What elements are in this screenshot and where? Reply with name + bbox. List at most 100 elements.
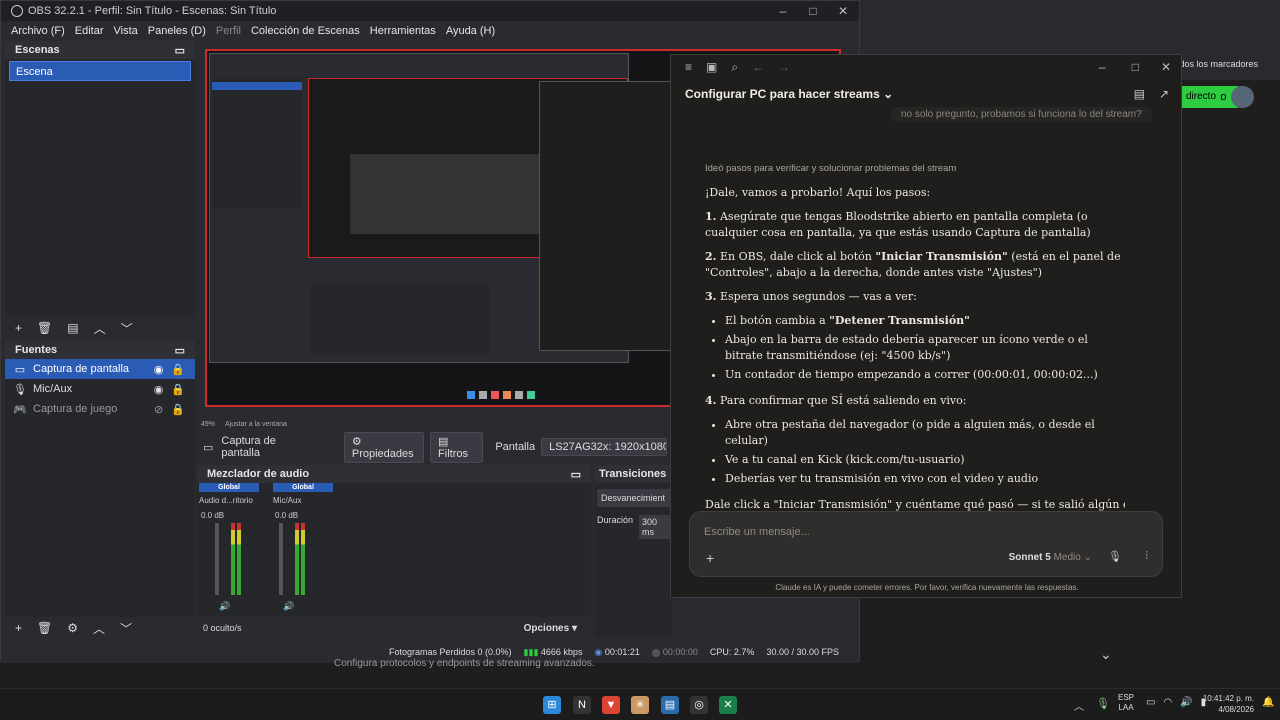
start-icon[interactable]: ⊞ — [543, 696, 561, 714]
volume-slider[interactable] — [215, 523, 219, 595]
menu-icon[interactable]: ≡ — [685, 60, 692, 74]
sidebar-icon[interactable]: ▣ — [706, 60, 717, 74]
source-item-captura-pantalla[interactable]: ▭ Captura de pantalla ◉ 🔒 — [5, 359, 195, 379]
step-1: 1. Asegúrate que tengas Bloodstrike abie… — [705, 210, 1091, 239]
lock-icon[interactable]: 🔒 — [171, 383, 185, 396]
trash-icon[interactable]: 🗑 — [37, 321, 52, 335]
excel-icon[interactable]: ✕ — [719, 696, 737, 714]
properties-button[interactable]: ⚙ Propiedades — [343, 431, 425, 463]
step-4-list: Abre otra pestaña del navegador (o pide … — [725, 417, 1125, 487]
speaker-icon[interactable]: 🔊 — [283, 601, 294, 612]
notepad-icon[interactable]: ▤ — [661, 696, 679, 714]
move-up-icon[interactable]: ︿ — [93, 620, 105, 637]
move-down-icon[interactable]: ﹀ — [121, 320, 133, 337]
channel-db: 0.0 dB — [201, 511, 225, 520]
speaker-icon[interactable]: 🔊 — [219, 601, 230, 612]
filters-button[interactable]: ▤ Filtros — [430, 431, 484, 463]
screen-label: Pantalla — [495, 441, 536, 453]
source-item-captura-juego[interactable]: 🎮 Captura de juego ⊘ 🔒 — [5, 399, 195, 419]
voice-mode-icon[interactable]: ⫶ — [1145, 550, 1148, 563]
scenes-toolbar: + 🗑 ▤ ︿ ﹀ — [5, 317, 195, 339]
menu-editar[interactable]: Editar — [75, 25, 104, 37]
source-toolbar: ▭ Captura de pantalla ⚙ Propiedades ▤ Fi… — [197, 431, 673, 463]
minimize-icon[interactable]: – — [1099, 60, 1106, 74]
claude-app-icon[interactable]: ✳ — [631, 696, 649, 714]
channel-name[interactable]: Audio d...ritorio — [199, 496, 259, 505]
response-intro: ¡Dale, vamos a probarlo! Aquí los pasos: — [705, 186, 931, 199]
menu-paneles[interactable]: Paneles (D) — [148, 25, 206, 37]
notion-icon[interactable]: N — [573, 696, 591, 714]
thinking-summary[interactable]: Ideó pasos para verificar y solucionar p… — [705, 161, 1125, 177]
record-icon — [651, 648, 660, 657]
gear-icon[interactable]: ⚙ — [67, 621, 78, 635]
move-up-icon[interactable]: ︿ — [94, 320, 106, 337]
document-icon[interactable]: ▤ — [1134, 87, 1145, 101]
lock-icon[interactable]: 🔒 — [171, 363, 185, 376]
chevron-down-icon[interactable]: ⌄ — [1100, 646, 1112, 663]
duration-input[interactable]: 300 ms — [639, 515, 671, 539]
conversation-title[interactable]: Configurar PC para hacer streams ⌄ — [685, 87, 893, 101]
options-button[interactable]: Opciones ▾ — [524, 623, 577, 634]
obs-menubar: Archivo (F) Editar Vista Paneles (D) Per… — [1, 21, 859, 41]
search-icon[interactable]: ⌕ — [731, 60, 738, 75]
transition-select[interactable]: Desvanecimient — [597, 489, 671, 507]
menu-ayuda[interactable]: Ayuda (H) — [446, 25, 495, 37]
filter-icon[interactable]: ▤ — [67, 321, 78, 335]
eye-icon[interactable]: ◉ — [154, 363, 164, 376]
lock-icon[interactable]: 🔒 — [171, 403, 185, 416]
add-icon[interactable]: + — [15, 321, 22, 335]
menu-vista[interactable]: Vista — [114, 25, 138, 37]
model-selector[interactable]: Sonnet 5 Medio ⌄ — [1009, 552, 1092, 563]
mic-icon: 🎙 — [13, 383, 27, 396]
back-icon[interactable]: ← — [752, 60, 764, 74]
sources-toolbar: + 🗑 ⚙ ︿ ﹀ — [5, 617, 195, 639]
channel-name[interactable]: Mic/Aux — [273, 496, 333, 505]
scene-item[interactable]: Escena — [9, 61, 191, 81]
maximize-icon[interactable]: □ — [1132, 60, 1139, 74]
menu-archivo[interactable]: Archivo (F) — [11, 25, 65, 37]
fit-select[interactable]: Ajustar a la ventana — [225, 421, 287, 428]
chevron-up-icon[interactable]: ︿ — [1074, 698, 1084, 713]
mic-tray-icon[interactable]: 🎙 — [1096, 697, 1110, 710]
avatar[interactable] — [1232, 86, 1254, 108]
obs-icon[interactable]: ◎ — [690, 696, 708, 714]
eye-icon[interactable]: ◉ — [154, 383, 164, 396]
screen-select[interactable]: LS27AG32x: 1920x1080 @ 0,0 (Moni — [541, 438, 668, 456]
dock-float-icon[interactable]: ▭ — [175, 44, 185, 57]
transitions-header: Transiciones de e — [595, 465, 673, 483]
forward-icon[interactable]: → — [778, 60, 790, 74]
source-item-mic-aux[interactable]: 🎙 Mic/Aux ◉ 🔒 — [5, 379, 195, 399]
share-icon[interactable]: ↗ — [1159, 87, 1169, 101]
menu-perfil[interactable]: Perfil — [216, 25, 241, 37]
live-button-visible[interactable]: directo — [1182, 86, 1220, 108]
volume-slider[interactable] — [279, 523, 283, 595]
trash-icon[interactable]: 🗑 — [37, 621, 52, 635]
mixer-channel-desktop: Global Audio d...ritorio 0.0 dB — [199, 483, 259, 520]
clock[interactable]: 10:41:42 p. m. 4/08/2026 — [1200, 693, 1254, 715]
menu-coleccion[interactable]: Colección de Escenas — [251, 25, 360, 37]
brave-icon[interactable]: ▼ — [602, 696, 620, 714]
chevron-down-icon: ⌄ — [883, 87, 894, 101]
add-icon[interactable]: + — [706, 550, 714, 566]
close-icon[interactable]: ✕ — [828, 1, 858, 21]
mic-icon[interactable]: 🎙 — [1108, 550, 1122, 563]
bookmarks-label[interactable]: Todos los marcadores — [1170, 59, 1258, 69]
menu-herramientas[interactable]: Herramientas — [370, 25, 436, 37]
message-input[interactable]: Escribe un mensaje... — [704, 526, 810, 538]
gear-icon: ⚙ — [351, 435, 362, 448]
notification-icon[interactable]: 🔔 — [1262, 697, 1274, 708]
audio-meter — [301, 523, 305, 595]
language-indicator[interactable]: ESP LAA — [1118, 693, 1134, 713]
zoom-level[interactable]: 49% — [201, 421, 215, 428]
dock-float-icon[interactable]: ▭ — [571, 468, 581, 481]
maximize-icon[interactable]: □ — [798, 1, 828, 21]
move-down-icon[interactable]: ﹀ — [120, 620, 132, 637]
add-icon[interactable]: + — [15, 621, 22, 635]
close-icon[interactable]: ✕ — [1161, 60, 1171, 74]
system-tray[interactable]: ▭ ◠ 🔊 ▮ — [1146, 697, 1206, 708]
eye-hidden-icon[interactable]: ⊘ — [154, 403, 163, 416]
minimize-icon[interactable]: – — [768, 1, 798, 21]
disclaimer: Claude es IA y puede cometer errores. Po… — [775, 583, 1079, 592]
dock-float-icon[interactable]: ▭ — [175, 344, 185, 357]
taskbar: ⊞ N ▼ ✳ ▤ ◎ ✕ ︿ 🎙 ESP LAA ▭ ◠ 🔊 ▮ 10:41:42 p… — [0, 688, 1280, 720]
